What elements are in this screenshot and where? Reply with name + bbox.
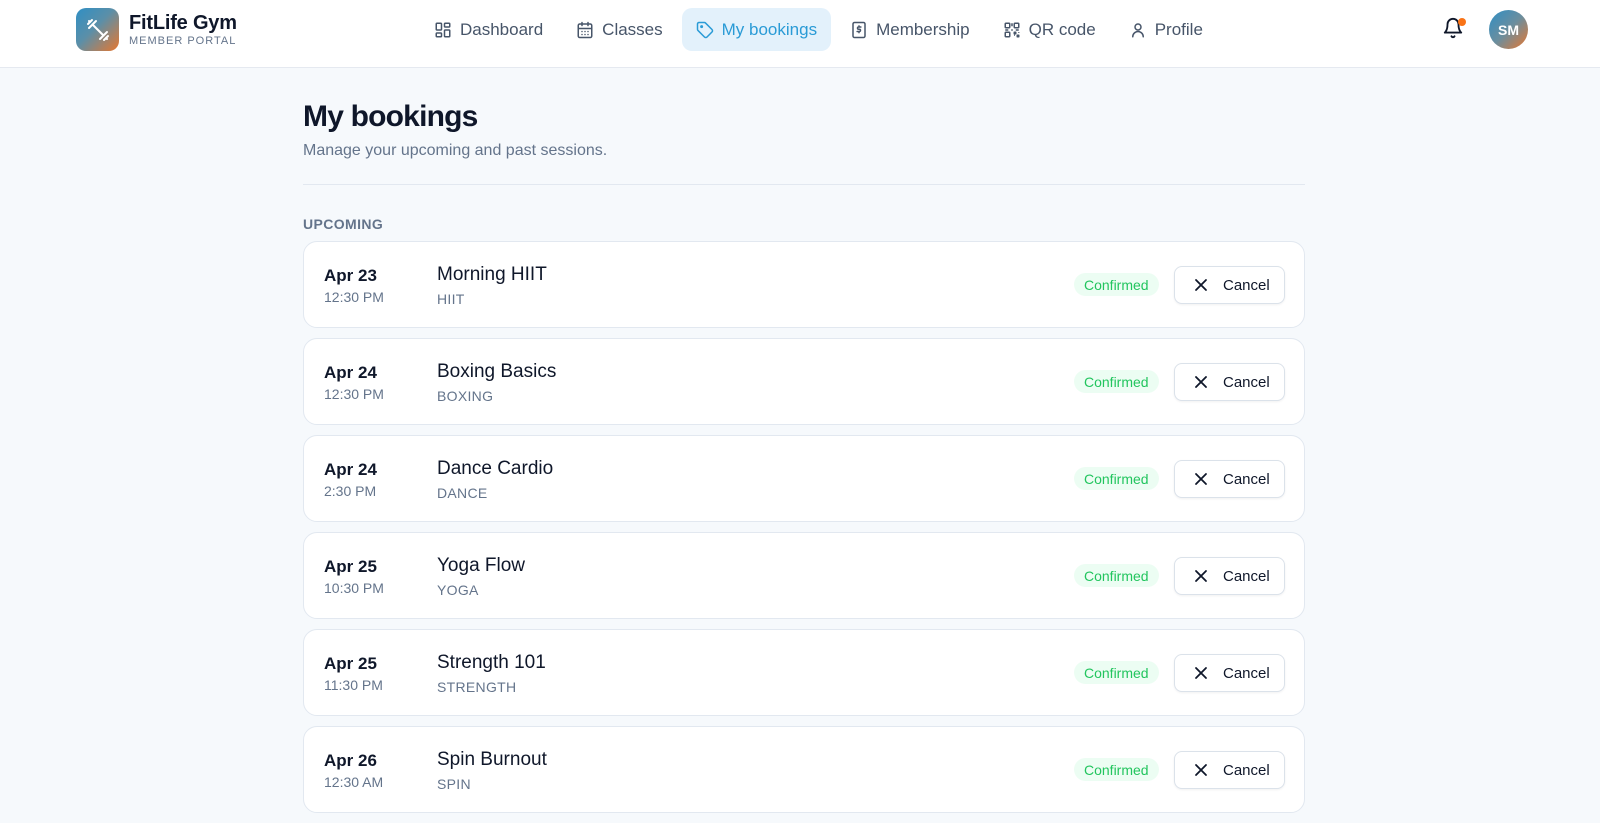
cancel-label: Cancel (1223, 373, 1270, 391)
cancel-label: Cancel (1223, 276, 1270, 294)
nav-qr-code[interactable]: QR code (989, 8, 1110, 51)
close-icon (1195, 473, 1207, 485)
booking-date: Apr 25 (324, 654, 377, 673)
status-badge: Confirmed (1074, 564, 1159, 587)
notification-dot (1458, 18, 1466, 26)
booking-category: HIIT (437, 291, 465, 307)
booking-date: Apr 25 (324, 557, 377, 576)
nav-my-bookings[interactable]: My bookings (681, 8, 832, 51)
main-nav: Dashboard Classes My bookings Membership… (420, 8, 1222, 51)
booking-time: 10:30 PM (324, 580, 384, 596)
nav-profile[interactable]: Profile (1115, 8, 1217, 51)
cancel-button[interactable]: Cancel (1174, 266, 1285, 304)
booking-class-name: Boxing Basics (437, 361, 557, 382)
nav-membership-label: Membership (876, 19, 970, 39)
brand-name: FitLife Gym (129, 11, 237, 34)
booking-class-name: Morning HIIT (437, 264, 547, 285)
cancel-button[interactable]: Cancel (1174, 460, 1285, 498)
tag-icon (696, 21, 713, 38)
booking-card: Apr 23 12:30 PM Morning HIIT HIIT Confir… (303, 241, 1305, 328)
dumbbell-icon (76, 8, 119, 51)
booking-category: DANCE (437, 485, 488, 501)
status-badge: Confirmed (1074, 661, 1159, 684)
booking-time: 12:30 AM (324, 774, 384, 790)
cancel-label: Cancel (1223, 761, 1270, 779)
avatar[interactable]: SM (1489, 10, 1528, 49)
booking-time: 12:30 PM (324, 386, 384, 402)
booking-card: Apr 26 12:30 AM Spin Burnout SPIN Confir… (303, 726, 1305, 813)
booking-date: Apr 26 (324, 751, 377, 770)
booking-date: Apr 24 (324, 460, 377, 479)
close-icon (1195, 667, 1207, 679)
brand[interactable]: FitLife Gym MEMBER PORTAL (76, 8, 237, 51)
cancel-label: Cancel (1223, 470, 1270, 488)
booking-category: YOGA (437, 582, 479, 598)
page-title: My bookings (303, 100, 478, 133)
booking-card: Apr 25 11:30 PM Strength 101 STRENGTH Co… (303, 629, 1305, 716)
booking-card: Apr 24 12:30 PM Boxing Basics BOXING Con… (303, 338, 1305, 425)
nav-membership[interactable]: Membership (836, 8, 984, 51)
nav-classes[interactable]: Classes (562, 8, 676, 51)
nav-my-bookings-label: My bookings (721, 19, 818, 39)
booking-time: 2:30 PM (324, 483, 377, 499)
booking-class-name: Yoga Flow (437, 555, 526, 576)
booking-category: STRENGTH (437, 679, 517, 695)
user-icon (1131, 22, 1144, 37)
notifications-button[interactable] (1442, 17, 1466, 41)
booking-class-name: Spin Burnout (437, 749, 547, 770)
bookings-list: Apr 23 12:30 PM Morning HIIT HIIT Confir… (303, 241, 1305, 813)
nav-classes-label: Classes (602, 19, 663, 39)
divider (303, 184, 1305, 185)
close-icon (1195, 376, 1207, 388)
booking-class-name: Strength 101 (437, 652, 546, 673)
nav-profile-label: Profile (1154, 19, 1203, 39)
status-badge: Confirmed (1074, 273, 1159, 296)
cancel-label: Cancel (1223, 664, 1270, 682)
page-subtitle: Manage your upcoming and past sessions. (303, 142, 608, 159)
cancel-button[interactable]: Cancel (1174, 654, 1285, 692)
booking-category: SPIN (437, 776, 471, 792)
booking-card: Apr 25 10:30 PM Yoga Flow YOGA Confirmed… (303, 532, 1305, 619)
booking-category: BOXING (437, 388, 494, 404)
booking-date: Apr 24 (324, 363, 377, 382)
cancel-label: Cancel (1223, 567, 1270, 585)
booking-card: Apr 24 2:30 PM Dance Cardio DANCE Confir… (303, 435, 1305, 522)
calendar-icon (577, 21, 593, 38)
cancel-button[interactable]: Cancel (1174, 363, 1285, 401)
qr-code-icon (1004, 22, 1020, 37)
section-label-upcoming: UPCOMING (303, 216, 384, 232)
booking-time: 12:30 PM (324, 289, 384, 305)
close-icon (1195, 570, 1207, 582)
booking-time: 11:30 PM (324, 677, 383, 693)
cancel-button[interactable]: Cancel (1174, 751, 1285, 789)
dashboard-icon (435, 22, 451, 37)
receipt-icon (852, 21, 866, 38)
cancel-button[interactable]: Cancel (1174, 557, 1285, 595)
main-content: My bookings Manage your upcoming and pas… (303, 68, 1305, 823)
brand-subtitle: MEMBER PORTAL (129, 34, 237, 47)
nav-dashboard-label: Dashboard (460, 19, 544, 39)
top-navbar: FitLife Gym MEMBER PORTAL Dashboard Clas… (0, 0, 1600, 68)
nav-dashboard[interactable]: Dashboard (420, 8, 557, 51)
booking-date: Apr 23 (324, 266, 377, 285)
nav-qr-code-label: QR code (1028, 19, 1096, 39)
booking-class-name: Dance Cardio (437, 458, 554, 479)
status-badge: Confirmed (1074, 370, 1159, 393)
close-icon (1195, 279, 1207, 291)
close-icon (1195, 764, 1207, 776)
status-badge: Confirmed (1074, 758, 1159, 781)
status-badge: Confirmed (1074, 467, 1159, 490)
